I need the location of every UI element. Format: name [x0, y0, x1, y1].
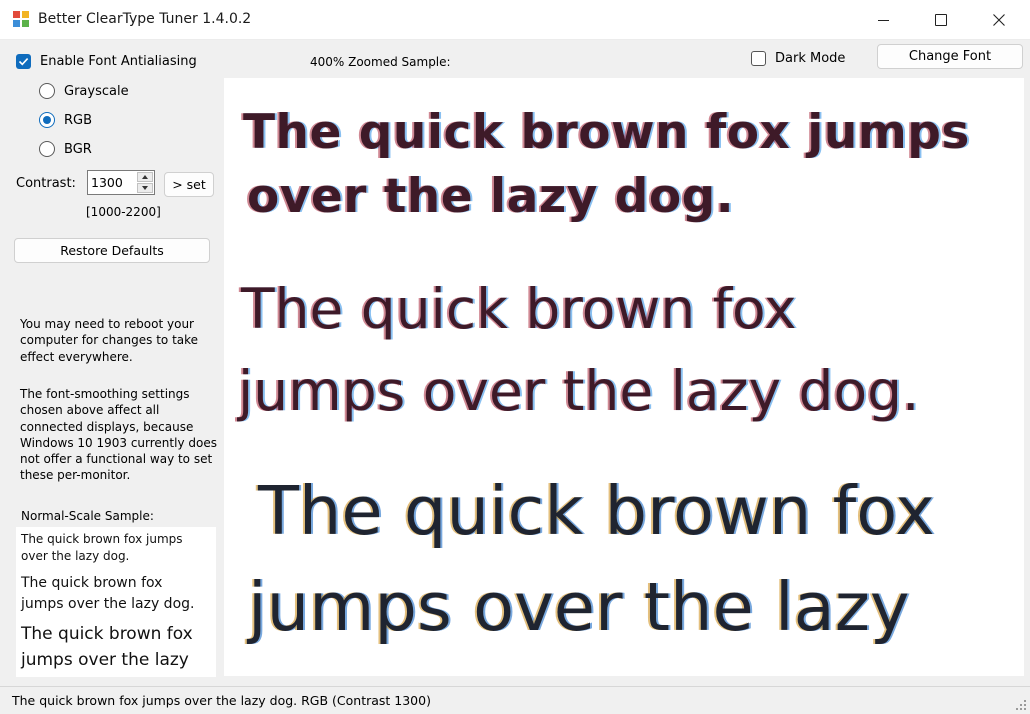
- title-bar: Better ClearType Tuner 1.4.0.2: [0, 0, 1030, 40]
- minimize-button[interactable]: [854, 0, 912, 40]
- close-button[interactable]: [970, 0, 1028, 40]
- radio-unselected-icon: [39, 83, 55, 99]
- radio-selected-icon: [39, 112, 55, 128]
- sample-line: over the lazy dog.: [21, 548, 130, 563]
- sample-line: jumps over the lazy dog.: [21, 596, 195, 612]
- app-icon: [13, 11, 30, 28]
- status-bar: The quick brown fox jumps over the lazy …: [0, 686, 1030, 714]
- stepper-buttons: [137, 172, 153, 193]
- radio-rgb[interactable]: RGB: [39, 111, 92, 129]
- zoomed-line: over the lazy dog.: [247, 169, 735, 224]
- contrast-stepper[interactable]: 1300: [87, 170, 155, 195]
- contrast-range-label: [1000-2200]: [86, 205, 161, 219]
- sample-line: The quick brown fox: [21, 575, 163, 591]
- zoomed-line: The quick brown fox: [241, 277, 797, 341]
- checkbox-unchecked-icon: [751, 50, 766, 66]
- dark-mode-label: Dark Mode: [775, 50, 846, 66]
- change-font-button[interactable]: Change Font: [877, 44, 1023, 69]
- zoomed-line: jumps over the lazy: [248, 568, 910, 646]
- reboot-note: You may need to reboot your computer for…: [20, 317, 199, 364]
- zoomed-sample-label: 400% Zoomed Sample:: [310, 55, 451, 69]
- per-monitor-note: The font-smoothing settings chosen above…: [20, 387, 217, 483]
- resize-grip-icon[interactable]: [1015, 699, 1027, 711]
- radio-unselected-icon: [39, 141, 55, 157]
- contrast-label: Contrast:: [16, 176, 76, 191]
- dark-mode-checkbox[interactable]: Dark Mode: [751, 50, 845, 66]
- normal-sample-small: The quick brown fox jumps over the lazy …: [21, 531, 183, 564]
- radio-bgr[interactable]: BGR: [39, 140, 92, 158]
- normal-sample-box: The quick brown fox jumps over the lazy …: [16, 527, 216, 677]
- zoomed-line: The quick brown fox jumps: [243, 105, 970, 160]
- stepper-down-icon[interactable]: [137, 183, 153, 193]
- stepper-up-icon[interactable]: [137, 172, 153, 182]
- sample-line: The quick brown fox: [21, 624, 193, 644]
- zoomed-line: jumps over the lazy dog.: [238, 359, 920, 423]
- status-text: The quick brown fox jumps over the lazy …: [12, 693, 431, 708]
- enable-antialiasing-label: Enable Font Antialiasing: [40, 53, 197, 69]
- radio-grayscale[interactable]: Grayscale: [39, 82, 129, 100]
- restore-defaults-button[interactable]: Restore Defaults: [14, 238, 210, 263]
- sample-line: jumps over the lazy: [21, 650, 189, 670]
- radio-label: RGB: [64, 112, 93, 128]
- settings-panel: Enable Font Antialiasing Grayscale RGB B…: [0, 40, 222, 686]
- sample-line: The quick brown fox jumps: [21, 532, 183, 546]
- enable-antialiasing-checkbox[interactable]: Enable Font Antialiasing: [16, 53, 197, 69]
- contrast-value[interactable]: 1300: [91, 175, 123, 190]
- zoomed-line: The quick brown fox: [258, 472, 935, 550]
- checkbox-checked-icon: [16, 53, 31, 69]
- normal-sample-large: The quick brown fox jumps over the lazy: [21, 621, 193, 673]
- close-icon: [993, 14, 1005, 26]
- normal-sample-medium: The quick brown fox jumps over the lazy …: [21, 573, 194, 615]
- set-contrast-button[interactable]: > set: [164, 172, 214, 197]
- radio-label: Grayscale: [64, 83, 129, 99]
- window-title: Better ClearType Tuner 1.4.0.2: [38, 11, 252, 27]
- normal-sample-label: Normal-Scale Sample:: [21, 509, 154, 523]
- maximize-button[interactable]: [912, 0, 970, 40]
- zoomed-sample-panel: The quick brown fox jumps over the lazy …: [224, 78, 1024, 676]
- radio-label: BGR: [64, 141, 92, 157]
